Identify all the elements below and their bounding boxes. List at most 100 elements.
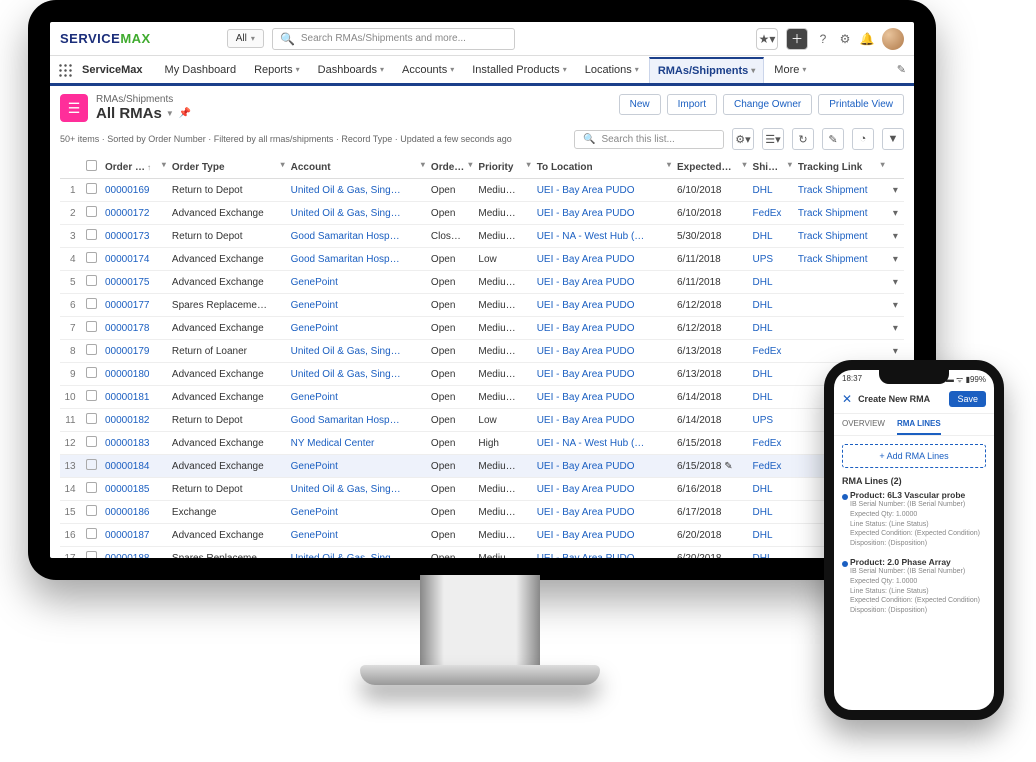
order-number-link[interactable]: 00000169	[101, 179, 168, 202]
order-number-link[interactable]: 00000185	[101, 478, 168, 501]
column-header[interactable]: Order Type▾	[168, 156, 287, 179]
shipper-link[interactable]: DHL	[749, 501, 794, 524]
filters-icon[interactable]: ▼	[882, 128, 904, 150]
nav-item-my-dashboard[interactable]: My Dashboard	[157, 57, 245, 83]
account-link[interactable]: GenePoint	[287, 294, 427, 317]
location-link[interactable]: UEI - Bay Area PUDO	[533, 179, 673, 202]
row-menu-icon[interactable]: ▾	[887, 225, 904, 248]
location-link[interactable]: UEI - Bay Area PUDO	[533, 386, 673, 409]
location-link[interactable]: UEI - Bay Area PUDO	[533, 363, 673, 386]
location-link[interactable]: UEI - Bay Area PUDO	[533, 202, 673, 225]
rma-line-card[interactable]: Product: 2.0 Phase ArrayIB Serial Number…	[842, 557, 986, 616]
location-link[interactable]: UEI - Bay Area PUDO	[533, 340, 673, 363]
location-link[interactable]: UEI - NA - West Hub (…	[533, 225, 673, 248]
row-checkbox[interactable]	[86, 344, 97, 355]
user-avatar[interactable]	[882, 28, 904, 50]
shipper-link[interactable]: DHL	[749, 317, 794, 340]
shipper-link[interactable]: UPS	[749, 409, 794, 432]
location-link[interactable]: UEI - Bay Area PUDO	[533, 248, 673, 271]
search-scope-selector[interactable]: All▾	[227, 29, 264, 48]
shipper-link[interactable]: FedEx	[749, 432, 794, 455]
shipper-link[interactable]: UPS	[749, 248, 794, 271]
row-checkbox[interactable]	[86, 551, 97, 558]
shipper-link[interactable]: DHL	[749, 524, 794, 547]
row-checkbox[interactable]	[86, 367, 97, 378]
table-row[interactable]: 700000178Advanced ExchangeGenePointOpenM…	[60, 317, 904, 340]
tracking-link[interactable]: Track Shipment	[794, 248, 887, 271]
pin-icon[interactable]: 📌	[178, 107, 192, 121]
shipper-link[interactable]: FedEx	[749, 455, 794, 478]
nav-item-reports[interactable]: Reports▾	[246, 57, 308, 83]
account-link[interactable]: NY Medical Center	[287, 432, 427, 455]
favorites-button[interactable]: ★▾	[756, 28, 778, 50]
row-menu-icon[interactable]: ▾	[887, 271, 904, 294]
table-row[interactable]: 1400000185Return to DepotUnited Oil & Ga…	[60, 478, 904, 501]
rma-line-card[interactable]: Product: 6L3 Vascular probeIB Serial Num…	[842, 490, 986, 549]
import-button[interactable]: Import	[667, 94, 717, 115]
table-row[interactable]: 300000173Return to DepotGood Samaritan H…	[60, 225, 904, 248]
add-button[interactable]: ＋	[786, 28, 808, 50]
location-link[interactable]: UEI - Bay Area PUDO	[533, 317, 673, 340]
select-all-checkbox[interactable]	[86, 160, 97, 171]
shipper-link[interactable]: DHL	[749, 225, 794, 248]
nav-item-more[interactable]: More▾	[766, 57, 814, 83]
account-link[interactable]: Good Samaritan Hosp…	[287, 409, 427, 432]
row-checkbox[interactable]	[86, 390, 97, 401]
location-link[interactable]: UEI - Bay Area PUDO	[533, 455, 673, 478]
row-checkbox[interactable]	[86, 252, 97, 263]
order-number-link[interactable]: 00000181	[101, 386, 168, 409]
row-checkbox[interactable]	[86, 275, 97, 286]
location-link[interactable]: UEI - Bay Area PUDO	[533, 409, 673, 432]
order-number-link[interactable]: 00000182	[101, 409, 168, 432]
table-row[interactable]: 600000177Spares Replaceme…GenePointOpenM…	[60, 294, 904, 317]
nav-item-dashboards[interactable]: Dashboards▾	[310, 57, 392, 83]
account-link[interactable]: United Oil & Gas, Sing…	[287, 547, 427, 559]
account-link[interactable]: GenePoint	[287, 524, 427, 547]
table-row[interactable]: 500000175Advanced ExchangeGenePointOpenM…	[60, 271, 904, 294]
shipper-link[interactable]: DHL	[749, 294, 794, 317]
edit-nav-icon[interactable]: ✎	[897, 63, 906, 76]
row-menu-icon[interactable]: ▾	[887, 317, 904, 340]
tracking-link[interactable]: Track Shipment	[794, 225, 887, 248]
order-number-link[interactable]: 00000180	[101, 363, 168, 386]
order-number-link[interactable]: 00000178	[101, 317, 168, 340]
shipper-link[interactable]: DHL	[749, 179, 794, 202]
row-checkbox[interactable]	[86, 183, 97, 194]
change-owner-button[interactable]: Change Owner	[723, 94, 812, 115]
shipper-link[interactable]: FedEx	[749, 340, 794, 363]
row-menu-icon[interactable]: ▾	[887, 294, 904, 317]
column-header[interactable]: Account▾	[287, 156, 427, 179]
column-header[interactable]: Tracking Link▾	[794, 156, 887, 179]
close-icon[interactable]: ✕	[842, 392, 852, 406]
row-checkbox[interactable]	[86, 229, 97, 240]
row-checkbox[interactable]	[86, 413, 97, 424]
tracking-link[interactable]: Track Shipment	[794, 179, 887, 202]
app-launcher-icon[interactable]	[58, 63, 72, 77]
account-link[interactable]: GenePoint	[287, 317, 427, 340]
table-row[interactable]: 1300000184Advanced ExchangeGenePointOpen…	[60, 455, 904, 478]
add-rma-lines-button[interactable]: + Add RMA Lines	[842, 444, 986, 468]
order-number-link[interactable]: 00000187	[101, 524, 168, 547]
tracking-link[interactable]	[794, 294, 887, 317]
notifications-bell-icon[interactable]: 🔔	[860, 32, 874, 46]
location-link[interactable]: UEI - Bay Area PUDO	[533, 294, 673, 317]
shipper-link[interactable]: FedEx	[749, 202, 794, 225]
table-row[interactable]: 1100000182Return to DepotGood Samaritan …	[60, 409, 904, 432]
help-icon[interactable]: ?	[816, 32, 830, 46]
account-link[interactable]: United Oil & Gas, Sing…	[287, 202, 427, 225]
table-row[interactable]: 200000172Advanced ExchangeUnited Oil & G…	[60, 202, 904, 225]
table-row[interactable]: 900000180Advanced ExchangeUnited Oil & G…	[60, 363, 904, 386]
nav-item-locations[interactable]: Locations▾	[577, 57, 647, 83]
printable-view-button[interactable]: Printable View	[818, 94, 904, 115]
tracking-link[interactable]	[794, 271, 887, 294]
table-row[interactable]: 1500000186ExchangeGenePointOpenMediu…UEI…	[60, 501, 904, 524]
account-link[interactable]: GenePoint	[287, 501, 427, 524]
account-link[interactable]: GenePoint	[287, 455, 427, 478]
table-row[interactable]: 1200000183Advanced ExchangeNY Medical Ce…	[60, 432, 904, 455]
location-link[interactable]: UEI - Bay Area PUDO	[533, 547, 673, 559]
save-button[interactable]: Save	[949, 391, 986, 407]
order-number-link[interactable]: 00000174	[101, 248, 168, 271]
account-link[interactable]: United Oil & Gas, Sing…	[287, 363, 427, 386]
account-link[interactable]: United Oil & Gas, Sing…	[287, 179, 427, 202]
nav-item-accounts[interactable]: Accounts▾	[394, 57, 462, 83]
